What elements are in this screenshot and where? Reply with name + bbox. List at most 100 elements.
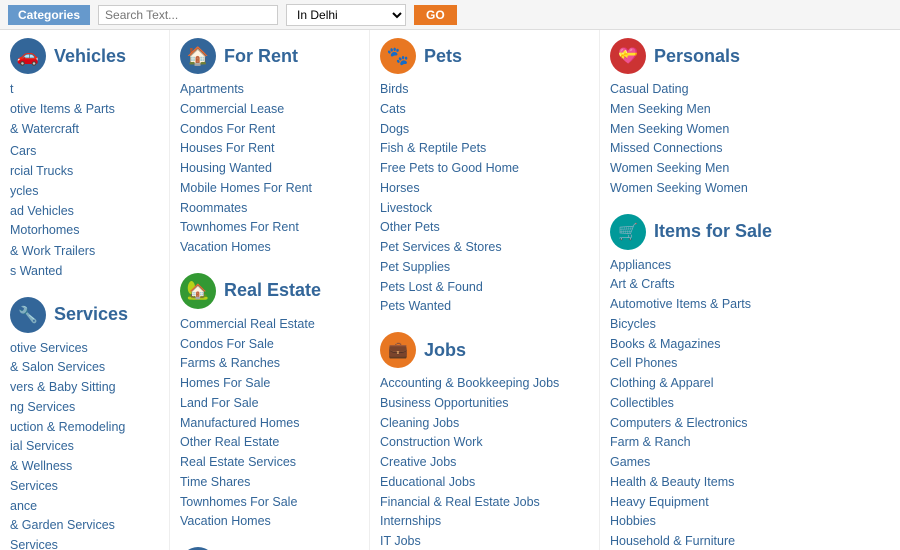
link[interactable]: Commercial Real Estate — [180, 317, 315, 331]
link-fish-reptile[interactable]: Fish & Reptile Pets — [380, 141, 486, 155]
link[interactable]: ad Vehicles — [10, 204, 74, 218]
categories-tab[interactable]: Categories — [8, 5, 90, 25]
link-construction-work[interactable]: Construction Work — [380, 435, 483, 449]
link[interactable]: Household & Furniture — [610, 534, 735, 548]
link[interactable]: uction & Remodeling — [10, 420, 125, 434]
link[interactable]: Heavy Equipment — [610, 495, 709, 509]
services-header: 🔧 Services — [10, 297, 159, 333]
link[interactable]: otivе Items & Parts — [10, 102, 115, 116]
link[interactable]: Business Opportunities — [380, 396, 509, 410]
link[interactable]: & Garden Services — [10, 518, 115, 532]
link[interactable]: Men Seeking Men — [610, 102, 711, 116]
real-estate-title: Real Estate — [224, 280, 321, 301]
link[interactable]: s Wanted — [10, 264, 62, 278]
link[interactable]: Farms & Ranches — [180, 356, 280, 370]
list-item: otivе Items & Parts — [10, 100, 159, 119]
link[interactable]: Manufactured Homes — [180, 416, 300, 430]
link[interactable]: Automotive Items & Parts — [610, 297, 751, 311]
link-clothing-apparel[interactable]: Clothing & Apparel — [610, 376, 714, 390]
link[interactable]: Financial & Real Estate Jobs — [380, 495, 540, 509]
link-pets-lost-found[interactable]: Pets Lost & Found — [380, 280, 483, 294]
link[interactable]: Art & Crafts — [610, 277, 675, 291]
link[interactable]: Games — [610, 455, 650, 469]
link[interactable]: Collectibles — [610, 396, 674, 410]
link[interactable]: ial Services — [10, 439, 74, 453]
list-item: Housing Wanted — [180, 159, 359, 178]
link[interactable]: Other Real Estate — [180, 435, 279, 449]
link[interactable]: Motorhomes — [10, 223, 79, 237]
link[interactable]: rcial Trucks — [10, 164, 73, 178]
link-homes-for-sale[interactable]: Homes For Sale — [180, 376, 270, 390]
link[interactable]: ng Services — [10, 400, 75, 414]
link[interactable]: Appliances — [610, 258, 671, 272]
link[interactable]: Men Seeking Women — [610, 122, 729, 136]
link[interactable]: Real Estate Services — [180, 455, 296, 469]
link-dogs[interactable]: Dogs — [380, 122, 409, 136]
link[interactable]: Women Seeking Men — [610, 161, 729, 175]
link[interactable]: Casual Dating — [610, 82, 689, 96]
link-roommates[interactable]: Roommates — [180, 201, 247, 215]
link[interactable]: & Watercraft — [10, 122, 79, 136]
link[interactable]: Cell Phones — [610, 356, 677, 370]
link[interactable]: Women Seeking Women — [610, 181, 748, 195]
vehicles-section: 🚗 Vehicles t otivе Items & Parts & Water… — [10, 38, 159, 281]
vehicles-title: Vehicles — [54, 46, 126, 67]
link-livestock[interactable]: Livestock — [380, 201, 432, 215]
link[interactable]: Services — [10, 479, 58, 493]
link[interactable]: Cleaning Jobs — [380, 416, 459, 430]
real-estate-links: Commercial Real Estate Condos For Sale F… — [180, 315, 359, 531]
link[interactable]: & Salon Services — [10, 360, 105, 374]
list-item: & Salon Services — [10, 358, 159, 377]
link[interactable]: Educational Jobs — [380, 475, 475, 489]
link[interactable]: Land For Sale — [180, 396, 259, 410]
link[interactable]: ance — [10, 499, 37, 513]
list-item: Accounting & Bookkeeping Jobs — [380, 374, 589, 393]
link[interactable]: Time Shares — [180, 475, 250, 489]
link-mobile-homes-for-rent[interactable]: Mobile Homes For Rent — [180, 181, 312, 195]
link[interactable]: Books & Magazines — [610, 337, 720, 351]
link-townhomes-for-rent[interactable]: Townhomes For Rent — [180, 220, 299, 234]
link[interactable]: Vacation Homes — [180, 514, 271, 528]
link[interactable]: Internships — [380, 514, 441, 528]
link-houses-for-rent[interactable]: Houses For Rent — [180, 141, 274, 155]
link[interactable]: otivе Services — [10, 341, 88, 355]
link-cats[interactable]: Cats — [380, 102, 406, 116]
link[interactable]: t — [10, 82, 13, 96]
location-select[interactable]: In Delhi — [286, 4, 406, 26]
link[interactable]: vers & Baby Sitting — [10, 380, 116, 394]
link[interactable]: Townhomes For Sale — [180, 495, 297, 509]
link-horses[interactable]: Horses — [380, 181, 420, 195]
link-pet-supplies[interactable]: Pet Supplies — [380, 260, 450, 274]
link[interactable]: Farm & Ranch — [610, 435, 691, 449]
link[interactable]: Hobbies — [610, 514, 656, 528]
link-vacation-homes[interactable]: Vacation Homes — [180, 240, 271, 254]
link[interactable]: Services — [10, 538, 58, 550]
link[interactable]: Cars — [10, 144, 36, 158]
link-housing-wanted[interactable]: Housing Wanted — [180, 161, 272, 175]
link-apartments[interactable]: Apartments — [180, 82, 244, 96]
search-button[interactable]: GO — [414, 5, 457, 25]
link-free-pets[interactable]: Free Pets to Good Home — [380, 161, 519, 175]
link[interactable]: IT Jobs — [380, 534, 421, 548]
list-item: Condos For Rent — [180, 120, 359, 139]
link[interactable]: Condos For Sale — [180, 337, 274, 351]
link-commercial-lease[interactable]: Commercial Lease — [180, 102, 284, 116]
link[interactable]: Health & Beauty Items — [610, 475, 734, 489]
link-pets-wanted[interactable]: Pets Wanted — [380, 299, 451, 313]
link[interactable]: & Wellness — [10, 459, 72, 473]
link-birds[interactable]: Birds — [380, 82, 408, 96]
link[interactable]: Bicycles — [610, 317, 656, 331]
link[interactable]: Computers & Electronics — [610, 416, 748, 430]
list-item: Condos For Sale — [180, 335, 359, 354]
search-input[interactable] — [98, 5, 278, 25]
link-other-pets[interactable]: Other Pets — [380, 220, 440, 234]
link[interactable]: Missed Connections — [610, 141, 723, 155]
link[interactable]: Creative Jobs — [380, 455, 456, 469]
link[interactable]: Accounting & Bookkeeping Jobs — [380, 376, 559, 390]
link[interactable]: & Work Trailers — [10, 244, 95, 258]
link[interactable]: ycles — [10, 184, 38, 198]
real-estate-section: 🏡 Real Estate Commercial Real Estate Con… — [180, 273, 359, 531]
link-pet-services[interactable]: Pet Services & Stores — [380, 240, 502, 254]
link-condos-for-rent[interactable]: Condos For Rent — [180, 122, 275, 136]
list-item: s Wanted — [10, 262, 159, 281]
